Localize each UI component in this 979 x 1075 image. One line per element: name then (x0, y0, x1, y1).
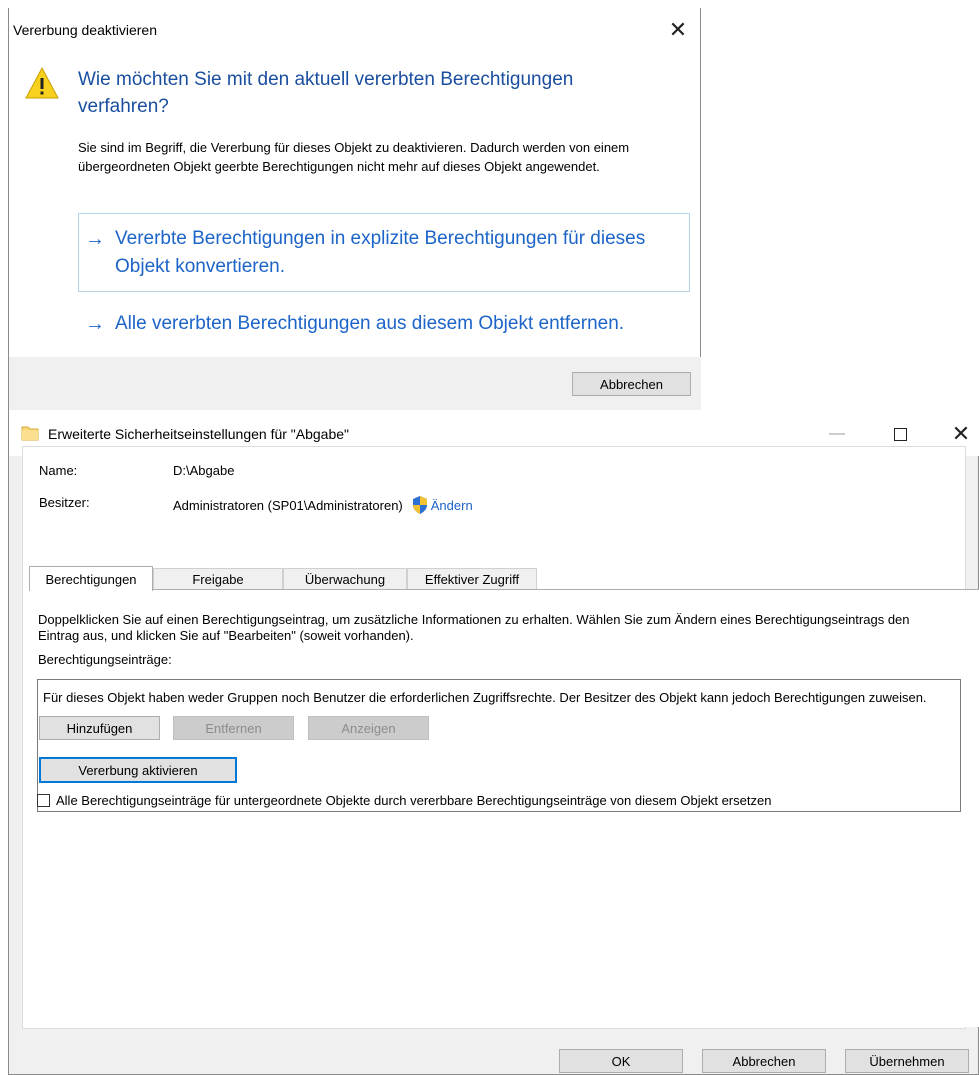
close-icon: ✕ (668, 17, 688, 42)
folder-icon (21, 426, 39, 441)
replace-child-permissions-option[interactable]: Alle Berechtigungseinträge für untergeor… (37, 793, 771, 808)
window-cancel-button[interactable]: Abbrechen (702, 1049, 826, 1073)
window-title: Erweiterte Sicherheitseinstellungen für … (48, 426, 349, 442)
tab-sharing[interactable]: Freigabe (153, 568, 283, 590)
apply-button[interactable]: Übernehmen (845, 1049, 969, 1073)
enable-inheritance-button[interactable]: Vererbung aktivieren (39, 757, 237, 783)
main-instruction: Wie möchten Sie mit den aktuell vererbte… (78, 69, 574, 117)
remove-permissions-option[interactable]: → Alle vererbten Berechtigungen aus dies… (78, 305, 690, 338)
entries-empty-message: Für dieses Objekt haben weder Gruppen no… (43, 690, 927, 705)
name-label: Name: (39, 463, 78, 478)
advanced-security-window: Erweiterte Sicherheitseinstellungen für … (8, 410, 979, 1075)
replace-child-permissions-checkbox[interactable] (37, 794, 50, 807)
dialog-title: Vererbung deaktivieren (13, 22, 157, 38)
add-button[interactable]: Hinzufügen (39, 716, 160, 740)
minimize-icon: — (829, 425, 845, 442)
remove-button[interactable]: Entfernen (173, 716, 294, 740)
change-owner-link[interactable]: Ändern (431, 498, 473, 513)
name-value: D:\Abgabe (173, 463, 235, 478)
dialog-close-button[interactable]: ✕ (664, 16, 692, 44)
convert-permissions-option[interactable]: → Vererbte Berechtigungen in explizite B… (78, 213, 690, 292)
disable-inheritance-dialog: Vererbung deaktivieren ✕ Wie möchten Sie… (8, 8, 701, 410)
tab-permissions[interactable]: Berechtigungen (29, 566, 153, 591)
owner-row: Administratoren (SP01\Administratoren) Ä… (173, 495, 473, 515)
tab-auditing[interactable]: Überwachung (283, 568, 407, 590)
convert-permissions-label: Vererbte Berechtigungen in explizite Ber… (115, 228, 646, 277)
ok-button[interactable]: OK (559, 1049, 683, 1073)
dialog-content-text: Sie sind im Begriff, die Vererbung für d… (78, 140, 630, 174)
arrow-right-icon: → (85, 228, 105, 250)
owner-label: Besitzer: (39, 495, 90, 510)
permissions-tab-page: Doppelklicken Sie auf einen Berechtigung… (29, 589, 979, 1027)
warning-icon (25, 66, 59, 99)
entries-label: Berechtigungseinträge: (38, 652, 172, 667)
maximize-icon (893, 427, 907, 441)
dialog-footer: Abbrechen (9, 357, 701, 410)
remove-permissions-label: Alle vererbten Berechtigungen aus diesem… (115, 313, 625, 334)
owner-value: Administratoren (SP01\Administratoren) (173, 497, 403, 513)
tab-effective-access[interactable]: Effektiver Zugriff (407, 568, 537, 590)
view-button[interactable]: Anzeigen (308, 716, 429, 740)
replace-child-permissions-label: Alle Berechtigungseinträge für untergeor… (56, 793, 772, 808)
arrow-right-icon: → (85, 313, 105, 335)
dialog-cancel-button[interactable]: Abbrechen (572, 372, 691, 396)
close-icon: ✕ (951, 421, 971, 446)
shield-icon (412, 496, 427, 514)
tab-description: Doppelklicken Sie auf einen Berechtigung… (38, 612, 910, 643)
